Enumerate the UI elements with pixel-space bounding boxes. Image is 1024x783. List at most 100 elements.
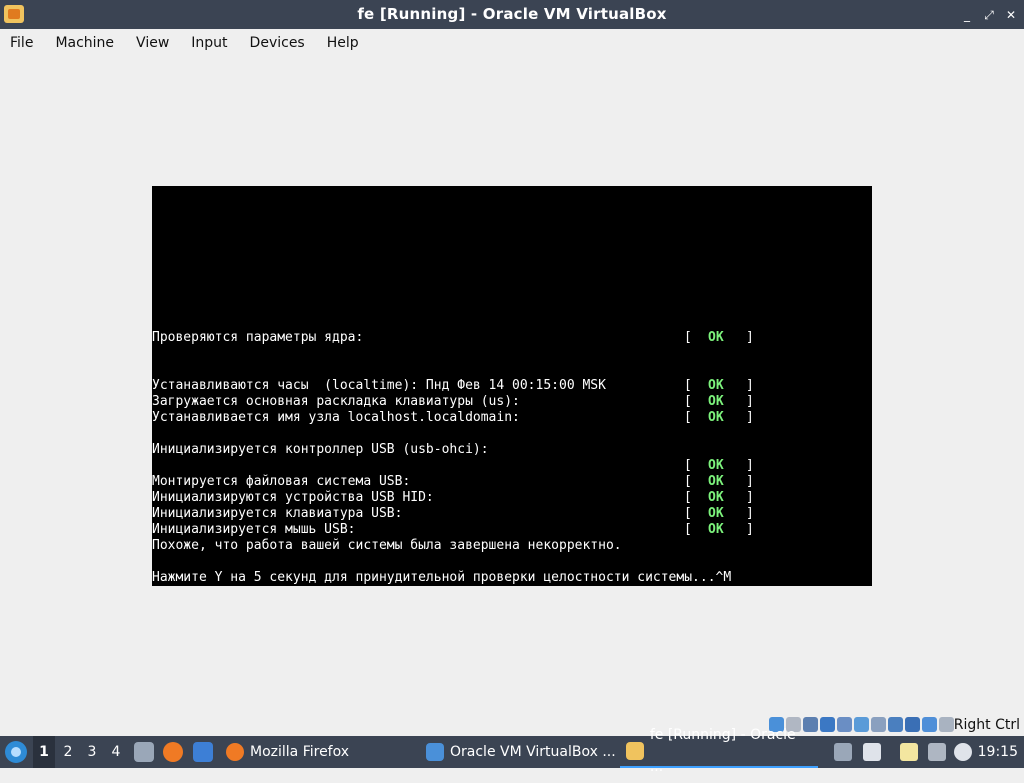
console-message: Монтируется файловая система USB: — [152, 474, 411, 489]
start-menu-icon[interactable] — [5, 741, 27, 763]
task-virtualbox-manager[interactable]: Oracle VM VirtualBox ... — [420, 736, 622, 768]
firefox-launcher-icon[interactable] — [163, 742, 183, 762]
firefox-icon — [226, 743, 244, 761]
console-message: Инициализируется контроллер USB (usb-ohc… — [152, 442, 489, 457]
virtualization-icon[interactable] — [905, 717, 920, 732]
vm-icon — [626, 742, 644, 760]
status-bracket-right: ] — [746, 458, 754, 473]
task-label: Mozilla Firefox — [250, 744, 350, 760]
file-manager-icon[interactable] — [134, 742, 154, 762]
volume-icon[interactable] — [863, 743, 881, 761]
console-message: Загружается основная раскладка клавиатур… — [152, 394, 520, 409]
keyboard-icon[interactable] — [939, 717, 954, 732]
status-bracket-left: [ — [684, 474, 692, 489]
console-line: Инициализируются устройства USB HID: [ OK] — [152, 490, 872, 506]
status-bracket-right: ] — [746, 330, 754, 345]
clock[interactable]: 19:15 — [978, 736, 1018, 768]
status-bracket-left: [ — [684, 330, 692, 345]
console-message: Инициализируется мышь USB: — [152, 522, 356, 537]
status-bracket-left: [ — [684, 490, 692, 505]
status-bracket-left: [ — [684, 458, 692, 473]
workspace-3[interactable]: 3 — [81, 736, 103, 768]
maximize-button[interactable]: ⤢ — [982, 8, 996, 22]
console-line: Загружается основная раскладка клавиатур… — [152, 394, 872, 410]
status-ok: OK — [708, 378, 724, 393]
menu-help[interactable]: Help — [319, 29, 367, 57]
task-vm-window[interactable]: fe [Running] - Oracle ... — [620, 727, 818, 775]
console-message: Инициализируется клавиатура USB: — [152, 506, 403, 521]
status-bracket-right: ] — [746, 394, 754, 409]
video-capture-icon[interactable] — [888, 717, 903, 732]
console-message: Похоже, что работа вашей системы была за… — [152, 538, 622, 553]
status-bracket-right: ] — [746, 378, 754, 393]
console-message: Проверяются параметры ядра: — [152, 330, 364, 345]
status-bracket-right: ] — [746, 474, 754, 489]
console-message: Нажмите Y на 5 секунд для принудительной… — [152, 570, 732, 585]
display-icon[interactable] — [871, 717, 886, 732]
status-bracket-right: ] — [746, 410, 754, 425]
window-titlebar[interactable]: fe [Running] - Oracle VM VirtualBox _ ⤢ … — [0, 0, 1024, 29]
console-line: Устанавливаются часы (localtime): Пнд Фе… — [152, 378, 872, 394]
console-line: Монтируется файловая система USB: [ OK] — [152, 474, 872, 490]
status-ok: OK — [708, 330, 724, 345]
console-line: Нажмите Y на 5 секунд для принудительной… — [152, 570, 872, 586]
console-line: Устанавливается имя узла localhost.local… — [152, 410, 872, 426]
usb-icon[interactable] — [837, 717, 852, 732]
status-bracket-left: [ — [684, 506, 692, 521]
vm-status-bar: Right Ctrl — [0, 714, 1024, 736]
status-bracket-right: ] — [746, 506, 754, 521]
menu-file[interactable]: File — [2, 29, 41, 57]
status-bracket-left: [ — [684, 522, 692, 537]
minimize-button[interactable]: _ — [960, 8, 974, 22]
vm-display[interactable]: Проверяются параметры ядра: [ OK] Устанавли… — [152, 186, 872, 586]
menu-devices[interactable]: Devices — [242, 29, 313, 57]
notes-icon[interactable] — [900, 743, 918, 761]
menu-view[interactable]: View — [128, 29, 177, 57]
status-ok: OK — [708, 458, 724, 473]
status-ok: OK — [708, 522, 724, 537]
window-controls: _ ⤢ ✕ — [960, 0, 1018, 29]
menu-input[interactable]: Input — [183, 29, 235, 57]
task-firefox[interactable]: Mozilla Firefox — [220, 736, 355, 768]
status-bracket-right: ] — [746, 522, 754, 537]
task-label: Oracle VM VirtualBox ... — [450, 744, 616, 760]
status-ok: OK — [708, 490, 724, 505]
console-line: Проверяются параметры ядра: [ OK] — [152, 330, 872, 346]
console-line: Инициализируется контроллер USB (usb-ohc… — [152, 442, 872, 458]
boot-console: Проверяются параметры ядра: [ OK] Устанавли… — [152, 330, 872, 586]
menu-machine[interactable]: Machine — [47, 29, 122, 57]
console-line: Инициализируется клавиатура USB: [ OK] — [152, 506, 872, 522]
close-button[interactable]: ✕ — [1004, 8, 1018, 22]
status-ok: OK — [708, 394, 724, 409]
console-message: Устанавливаются часы (localtime): Пнд Фе… — [152, 378, 606, 393]
status-ok: OK — [708, 410, 724, 425]
console-line: Похоже, что работа вашей системы была за… — [152, 538, 872, 554]
virtualbox-icon — [426, 743, 444, 761]
status-ok: OK — [708, 474, 724, 489]
window-title: fe [Running] - Oracle VM VirtualBox — [357, 5, 667, 23]
update-icon[interactable] — [954, 743, 972, 761]
status-bracket-left: [ — [684, 378, 692, 393]
workspace-2[interactable]: 2 — [57, 736, 79, 768]
menu-bar: File Machine View Input Devices Help — [0, 29, 1024, 57]
console-line: Инициализируется мышь USB: [ OK] — [152, 522, 872, 538]
workspace-1[interactable]: 1 — [33, 736, 55, 768]
shared-folders-icon[interactable] — [854, 717, 869, 732]
network-icon[interactable] — [820, 717, 835, 732]
mouse-integration-icon[interactable] — [922, 717, 937, 732]
host-key-label[interactable]: Right Ctrl — [954, 714, 1020, 736]
status-bracket-left: [ — [684, 394, 692, 409]
status-bracket-right: ] — [746, 490, 754, 505]
workspace-4[interactable]: 4 — [105, 736, 127, 768]
console-message: Инициализируются устройства USB HID: — [152, 490, 434, 505]
network-tray-icon[interactable] — [928, 743, 946, 761]
status-bracket-left: [ — [684, 410, 692, 425]
clipboard-icon[interactable] — [834, 743, 852, 761]
status-ok: OK — [708, 506, 724, 521]
console-message: Устанавливается имя узла localhost.local… — [152, 410, 520, 425]
taskbar: 1 2 3 4 Mozilla Firefox Oracle VM Virtua… — [0, 727, 1024, 775]
desktop-icon[interactable] — [193, 742, 213, 762]
